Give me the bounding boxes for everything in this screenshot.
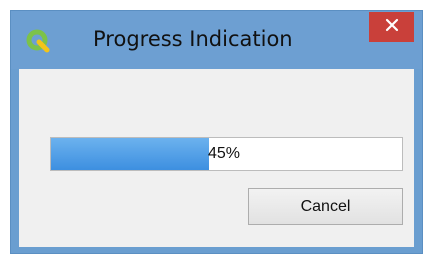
dialog-body: 45% Cancel bbox=[19, 69, 414, 247]
title-bar[interactable]: Progress Indication bbox=[11, 11, 422, 69]
progress-bar: 45% bbox=[50, 137, 403, 171]
cancel-button[interactable]: Cancel bbox=[248, 188, 403, 225]
qgis-logo-icon bbox=[26, 29, 50, 53]
close-icon bbox=[385, 18, 399, 37]
window-title: Progress Indication bbox=[93, 27, 293, 51]
progress-dialog: Progress Indication 45% Cancel bbox=[10, 10, 423, 254]
progress-label: 45% bbox=[208, 145, 241, 162]
progress-fill bbox=[51, 138, 209, 170]
close-button[interactable] bbox=[369, 12, 414, 42]
